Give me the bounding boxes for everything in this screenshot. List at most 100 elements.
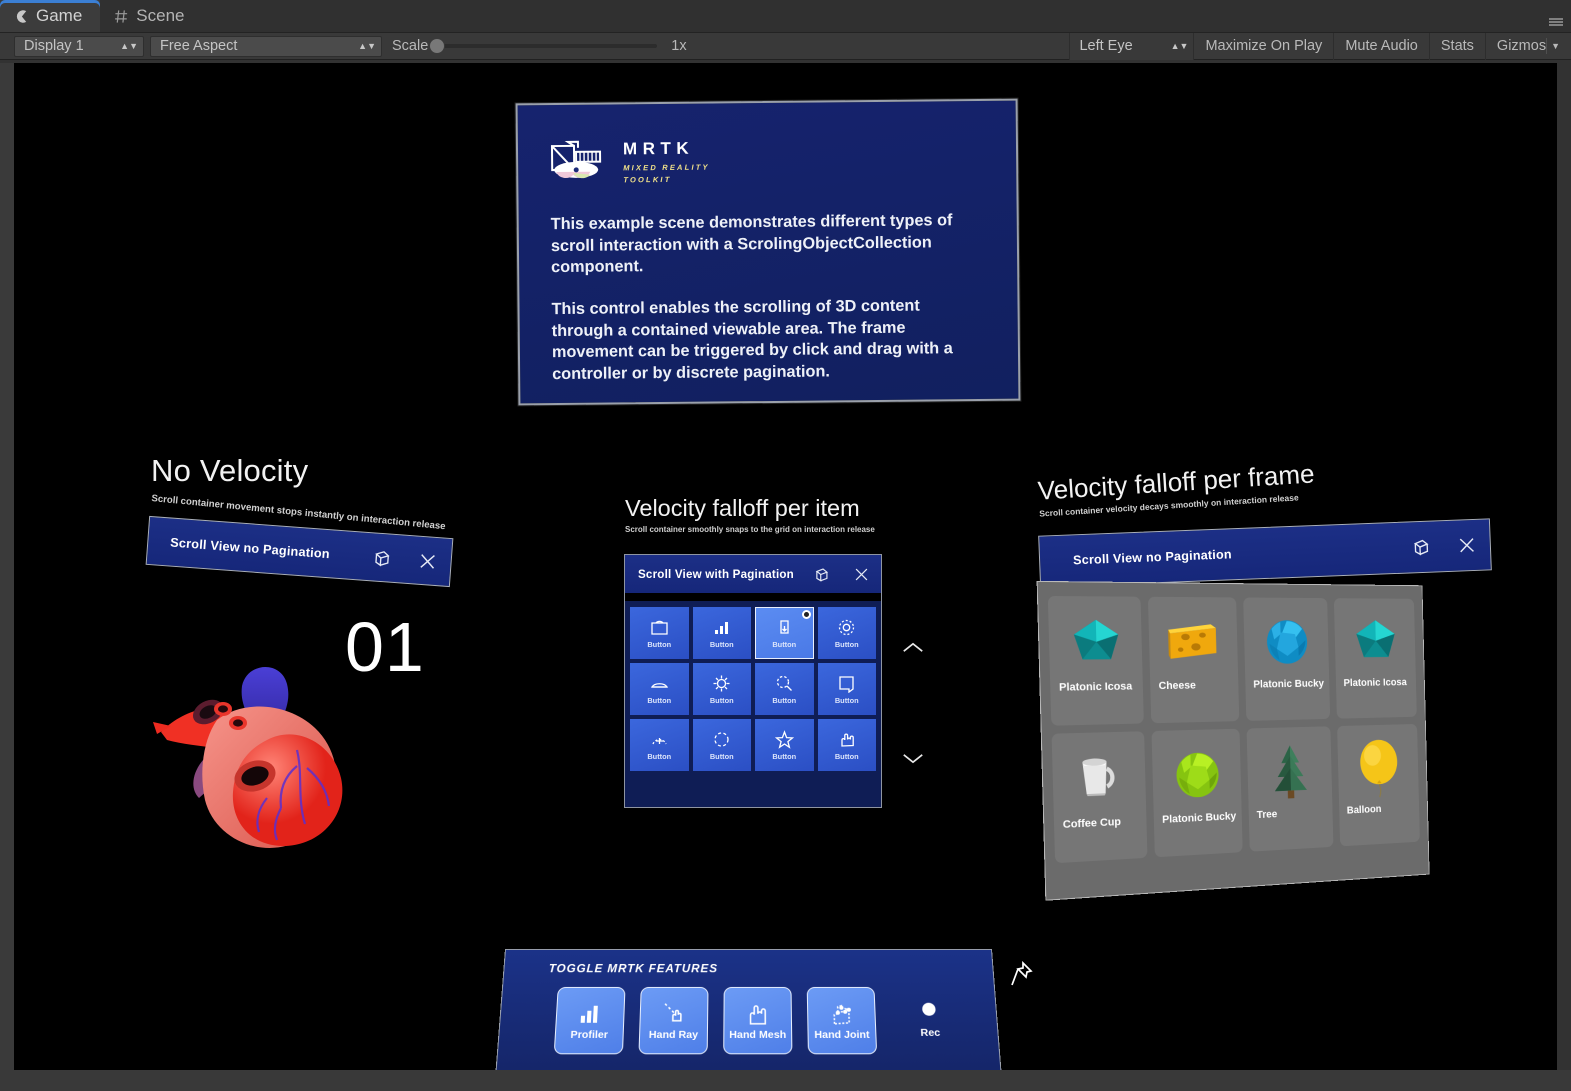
slate-title-bar: Scroll View with Pagination — [625, 555, 881, 594]
chevron-updown-icon: ▲▼ — [120, 42, 138, 51]
model-cell-1[interactable]: Cheese — [1148, 597, 1239, 724]
feature-button-profiler[interactable]: Profiler — [554, 987, 626, 1054]
grid-button-label: Button — [835, 640, 859, 649]
model-cell-3[interactable]: Platonic Icosa — [1334, 598, 1417, 718]
focus-indicator-icon — [802, 610, 811, 619]
feature-button-label: Hand Mesh — [729, 1029, 786, 1040]
tab-scene-label: Scene — [136, 6, 184, 26]
aspect-ratio-dropdown[interactable]: Free Aspect ▲▼ — [150, 36, 382, 57]
feature-button-label: Hand Ray — [649, 1029, 699, 1040]
grid-button-10[interactable]: Button — [755, 719, 814, 771]
unity-editor-window: Game Scene Display 1 ▲▼ Free Aspect ▲▼ S — [0, 0, 1571, 1091]
model-cell-2[interactable]: Platonic Bucky — [1243, 597, 1330, 720]
rec-label: Rec — [920, 1027, 940, 1039]
maximize-on-play-toggle[interactable]: Maximize On Play — [1193, 33, 1333, 60]
rec-indicator[interactable]: Rec — [919, 1003, 941, 1039]
hand-mesh-icon — [744, 1000, 771, 1026]
chevron-down-icon[interactable]: ▼ — [1546, 38, 1567, 54]
scale-slider-knob[interactable] — [429, 38, 445, 54]
tab-scene[interactable]: Scene — [100, 0, 202, 32]
grid-button-11[interactable]: Button — [818, 719, 877, 771]
dome-icon — [650, 730, 669, 749]
mrtk-logo: MRTK MIXED REALITY TOOLKIT — [518, 101, 1017, 187]
anatomical-heart-model[interactable] — [147, 648, 389, 860]
follow-cube-icon[interactable] — [357, 532, 406, 582]
scroll-view-slate-right[interactable]: Scroll View no Pagination — [1038, 518, 1492, 587]
eye-dropdown-value: Left Eye — [1079, 38, 1132, 54]
coffee-mug-icon — [1073, 745, 1126, 812]
tab-game[interactable]: Game — [0, 0, 100, 32]
stats-toggle[interactable]: Stats — [1429, 33, 1485, 60]
grid-button-6[interactable]: Button — [755, 663, 814, 715]
grid-button-label: Button — [772, 696, 796, 705]
hand-joint-icon — [828, 1000, 855, 1026]
grid-button-9[interactable]: Button — [693, 719, 752, 771]
model-label: Coffee Cup — [1054, 815, 1147, 832]
bounds-box-icon — [650, 618, 669, 637]
model-gallery-panel[interactable]: Platonic Icosa Cheese Platonic Bucky Platon… — [1037, 581, 1430, 901]
close-x-icon[interactable] — [841, 555, 881, 593]
model-cell-0[interactable]: Platonic Icosa — [1048, 596, 1144, 726]
editor-tab-bar: Game Scene — [0, 0, 1571, 33]
balloon-yellow-icon — [1355, 737, 1403, 799]
model-cell-4[interactable]: Coffee Cup — [1052, 731, 1148, 863]
scroll-button-grid[interactable]: Button Button Button Button Button Button Butt… — [625, 601, 881, 777]
model-label: Platonic Bucky — [1245, 678, 1329, 691]
close-x-icon[interactable] — [403, 536, 452, 586]
grid-button-5[interactable]: Button — [693, 663, 752, 715]
mute-audio-toggle[interactable]: Mute Audio — [1333, 33, 1429, 60]
bucky-blue-icon — [1262, 611, 1312, 673]
bar-chart-icon — [576, 1000, 604, 1026]
grid-button-label: Button — [647, 752, 671, 761]
feature-button-row: Profiler Hand Ray Hand Mesh Hand Joint Rec — [554, 987, 942, 1054]
model-label: Platonic Icosa — [1336, 677, 1416, 690]
grid-button-4[interactable]: Button — [630, 663, 689, 715]
maximize-on-play-label: Maximize On Play — [1205, 38, 1322, 54]
grid-button-7[interactable]: Button — [818, 663, 877, 715]
hand-ray-icon — [660, 1000, 687, 1026]
section-subtitle: Scroll container smoothly snaps to the g… — [625, 525, 875, 534]
scale-slider-track[interactable] — [435, 44, 657, 48]
tab-game-label: Game — [36, 6, 82, 26]
star-icon — [775, 730, 794, 749]
grid-button-label: Button — [710, 640, 734, 649]
follow-cube-icon[interactable] — [1397, 521, 1445, 573]
close-x-icon[interactable] — [1443, 519, 1491, 571]
hand-icon — [837, 730, 856, 749]
dotted-circle-icon — [712, 730, 731, 749]
stats-label: Stats — [1441, 38, 1474, 54]
viewport-right-gutter — [1557, 63, 1571, 1070]
grid-button-2[interactable]: Button — [755, 607, 814, 659]
grid-button-8[interactable]: Button — [630, 719, 689, 771]
feature-button-hand-joint[interactable]: Hand Joint — [807, 987, 877, 1054]
mrtk-paragraph-1: This example scene demonstrates differen… — [519, 210, 1018, 280]
pagination-up-button[interactable] — [901, 641, 925, 659]
scene-grid-icon — [114, 9, 129, 24]
follow-cube-icon[interactable] — [801, 555, 841, 593]
scale-slider[interactable] — [435, 44, 657, 48]
viewport-left-gutter — [0, 63, 14, 1070]
mrtk-paragraph-2: This control enables the scrolling of 3D… — [519, 295, 1018, 386]
slate-surface-icon — [650, 674, 669, 693]
mrtk-subtitle-line2: TOOLKIT — [623, 174, 671, 183]
feature-button-label: Hand Joint — [814, 1029, 869, 1040]
scale-label: Scale — [385, 38, 435, 54]
display-dropdown[interactable]: Display 1 ▲▼ — [14, 36, 144, 57]
scroll-view-slate-center[interactable]: Scroll View with Pagination Button Button… — [624, 554, 882, 808]
model-cell-7[interactable]: Balloon — [1337, 724, 1420, 846]
grid-button-0[interactable]: Button — [630, 607, 689, 659]
grid-button-3[interactable]: Button — [818, 607, 877, 659]
grid-button-label: Button — [710, 696, 734, 705]
model-cell-5[interactable]: Platonic Bucky — [1152, 729, 1243, 858]
feature-button-hand-mesh[interactable]: Hand Mesh — [723, 987, 792, 1054]
section-heading-per-frame: Velocity falloff per frame Scroll contai… — [1037, 458, 1316, 518]
grid-button-1[interactable]: Button — [693, 607, 752, 659]
model-cell-6[interactable]: Tree — [1247, 726, 1334, 851]
slate-title: Scroll View no Pagination — [148, 533, 359, 562]
pagination-down-button[interactable] — [901, 752, 925, 770]
eye-target-dropdown[interactable]: Left Eye ▲▼ — [1069, 33, 1193, 60]
overflow-menu-icon[interactable] — [1547, 16, 1565, 28]
gizmos-toggle[interactable]: Gizmos ▼ — [1485, 33, 1571, 60]
feature-button-hand-ray[interactable]: Hand Ray — [638, 987, 708, 1054]
game-viewport[interactable]: MRTK MIXED REALITY TOOLKIT This example … — [14, 63, 1557, 1070]
